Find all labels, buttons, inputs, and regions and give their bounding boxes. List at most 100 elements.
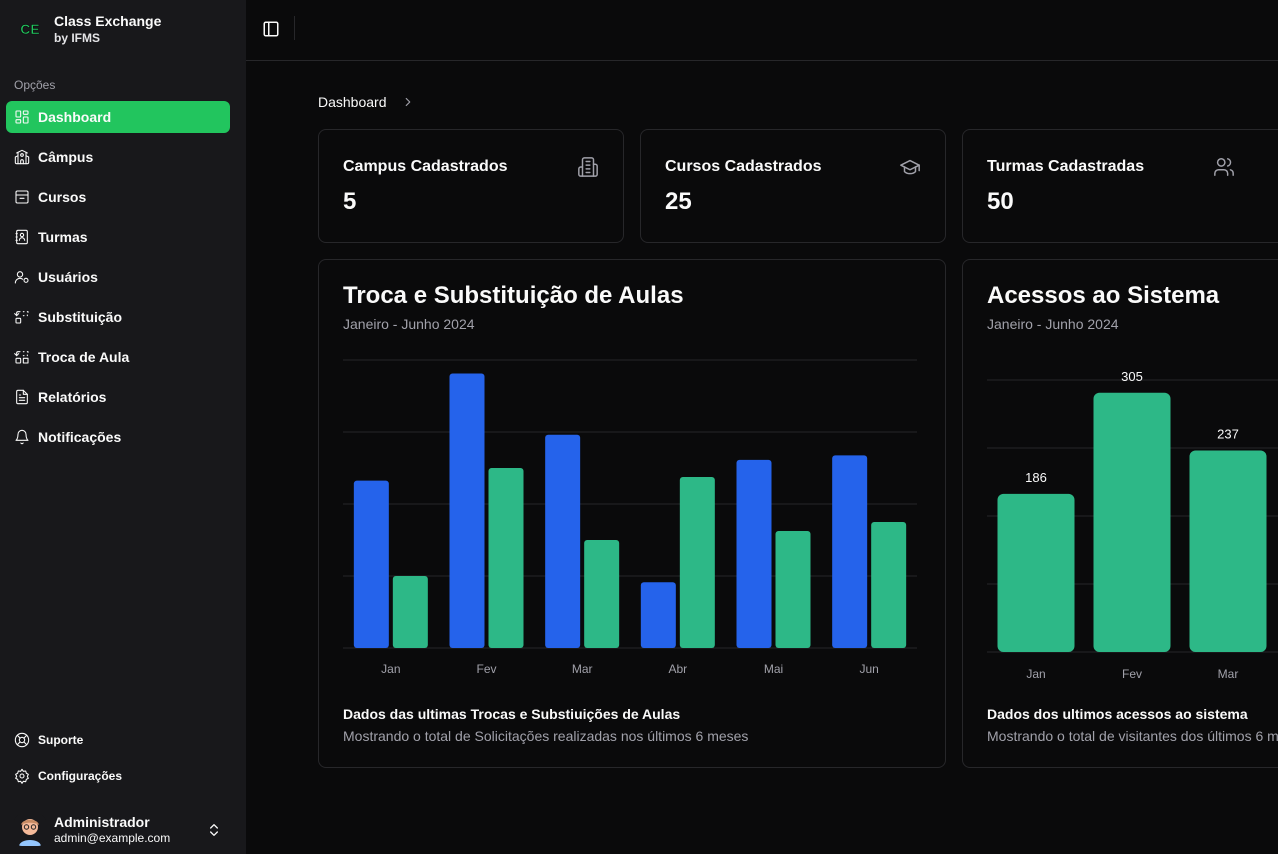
chart-bar	[679, 477, 715, 648]
chart-bar	[584, 540, 620, 648]
brand-name: Class Exchange	[54, 13, 162, 29]
sidebar-item-label: Cursos	[38, 189, 87, 205]
chart-card-exchange: Troca e Substituição de Aulas Janeiro - …	[318, 259, 946, 768]
stat-value: 5	[343, 188, 357, 215]
breadcrumb-item-dashboard[interactable]: Dashboard	[318, 94, 387, 110]
chart-bar	[449, 373, 485, 648]
sidebar: CE Class Exchange by IFMS Opções Dashboa…	[0, 0, 246, 854]
sidebar-item-substituicao[interactable]: Substituição	[6, 301, 230, 333]
stat-title: Turmas Cadastradas	[987, 158, 1145, 175]
life-buoy-icon	[14, 732, 30, 748]
stat-title: Campus Cadastrados	[343, 158, 508, 175]
sidebar-nav: Dashboard Câmpus Cursos Turmas Usuários …	[6, 101, 230, 461]
avatar	[14, 814, 46, 846]
x-tick-label: Mar	[572, 662, 593, 676]
brand-subtitle: by IFMS	[54, 31, 101, 45]
stat-card-turmas: Turmas Cadastradas 50	[962, 129, 1278, 243]
sidebar-item-label: Câmpus	[38, 149, 94, 165]
sidebar-item-cursos[interactable]: Cursos	[6, 181, 230, 213]
building-icon	[577, 156, 599, 178]
dashboard-icon	[14, 109, 30, 125]
breadcrumb: Dashboard	[318, 94, 415, 110]
brand[interactable]: CE Class Exchange by IFMS	[16, 12, 161, 46]
user-email: admin@example.com	[54, 831, 171, 845]
sidebar-item-suporte[interactable]: Suporte	[6, 726, 230, 754]
sidebar-item-troca-de-aula[interactable]: Troca de Aula	[6, 341, 230, 373]
chart-bar	[871, 522, 907, 648]
sidebar-item-usuarios[interactable]: Usuários	[6, 261, 230, 293]
x-tick-label: Jun	[859, 662, 878, 676]
chart-footer-title: Dados das ultimas Trocas e Substiuições …	[343, 706, 681, 722]
chart-bar	[1093, 392, 1171, 652]
sidebar-item-notificacoes[interactable]: Notificações	[6, 421, 230, 453]
chart-bar	[997, 493, 1075, 652]
chevron-right-icon	[405, 97, 410, 107]
x-tick-label: Abr	[668, 662, 687, 676]
x-tick-label: Fev	[1122, 667, 1142, 680]
sidebar-item-label: Configurações	[38, 769, 123, 783]
sidebar-item-label: Usuários	[38, 269, 98, 285]
chart-footer-text: Mostrando o total de visitantes dos últi…	[987, 728, 1278, 744]
chart-bar	[775, 531, 811, 648]
user-menu[interactable]: Administrador admin@example.com	[14, 810, 232, 850]
x-tick-label: Mar	[1218, 667, 1239, 680]
chart-bar	[640, 582, 676, 648]
sidebar-item-relatorios[interactable]: Relatórios	[6, 381, 230, 413]
sidebar-item-dashboard[interactable]: Dashboard	[6, 101, 230, 133]
sidebar-item-turmas[interactable]: Turmas	[6, 221, 230, 253]
chart-title: Acessos ao Sistema	[987, 282, 1220, 309]
data-label: 305	[1121, 369, 1143, 384]
stat-card-cursos: Cursos Cadastrados 25	[640, 129, 946, 243]
brand-logo-text: CE	[20, 21, 39, 37]
chart-subtitle: Janeiro - Junho 2024	[343, 316, 475, 332]
x-tick-label: Mai	[764, 662, 783, 676]
chart-footer-title: Dados dos ultimos acessos ao sistema	[987, 706, 1248, 722]
chart-access-plot: 186 Jan 305 Fev 237 Mar	[987, 369, 1278, 680]
stat-card-campus: Campus Cadastrados 5	[318, 129, 624, 243]
sidebar-footer-nav: Suporte Configurações	[6, 726, 230, 798]
sidebar-item-configuracoes[interactable]: Configurações	[6, 762, 230, 790]
section-label: Opções	[14, 78, 56, 92]
sidebar-item-campus[interactable]: Câmpus	[6, 141, 230, 173]
brand-logo: CE	[20, 21, 40, 38]
chart-title: Troca e Substituição de Aulas	[343, 282, 684, 309]
file-text-icon	[14, 389, 30, 405]
chart-bar	[353, 480, 389, 648]
divider	[294, 16, 295, 40]
chart-bar	[545, 434, 581, 648]
sidebar-item-label: Dashboard	[38, 109, 112, 125]
sidebar-item-label: Troca de Aula	[38, 349, 130, 365]
contact-book-icon	[14, 229, 30, 245]
data-label: 237	[1217, 427, 1239, 442]
chart-bar	[736, 459, 772, 648]
school-icon	[14, 149, 30, 165]
x-tick-label: Jan	[1026, 667, 1045, 680]
user-name: Administrador	[54, 814, 150, 830]
sidebar-item-label: Relatórios	[38, 389, 107, 405]
chart-exchange-plot: Jan Fev Mar Abr Mai Jun	[343, 359, 917, 676]
stat-title: Cursos Cadastrados	[665, 158, 822, 175]
archive-icon	[14, 189, 30, 205]
users-icon	[1213, 156, 1235, 178]
chevrons-up-down-icon	[210, 824, 218, 836]
data-label: 186	[1025, 470, 1047, 485]
sidebar-item-label: Turmas	[38, 229, 88, 245]
chart-bar	[832, 455, 868, 648]
stat-value: 50	[987, 188, 1014, 215]
chart-bar	[488, 468, 524, 648]
sidebar-item-label: Notificações	[38, 429, 122, 445]
settings-icon	[14, 768, 30, 784]
x-tick-label: Jan	[381, 662, 400, 676]
user-cog-icon	[14, 269, 30, 285]
chart-bar	[392, 576, 428, 648]
replace-all-icon	[14, 349, 30, 365]
sidebar-item-label: Substituição	[38, 309, 123, 325]
chart-card-access: Acessos ao Sistema Janeiro - Junho 2024 …	[962, 259, 1278, 768]
replace-icon	[14, 309, 30, 325]
bell-icon	[14, 429, 30, 445]
sidebar-toggle-icon[interactable]	[262, 20, 280, 38]
x-tick-label: Fev	[476, 662, 496, 676]
chart-subtitle: Janeiro - Junho 2024	[987, 316, 1119, 332]
graduation-cap-icon	[899, 156, 921, 178]
stat-value: 25	[665, 188, 692, 215]
